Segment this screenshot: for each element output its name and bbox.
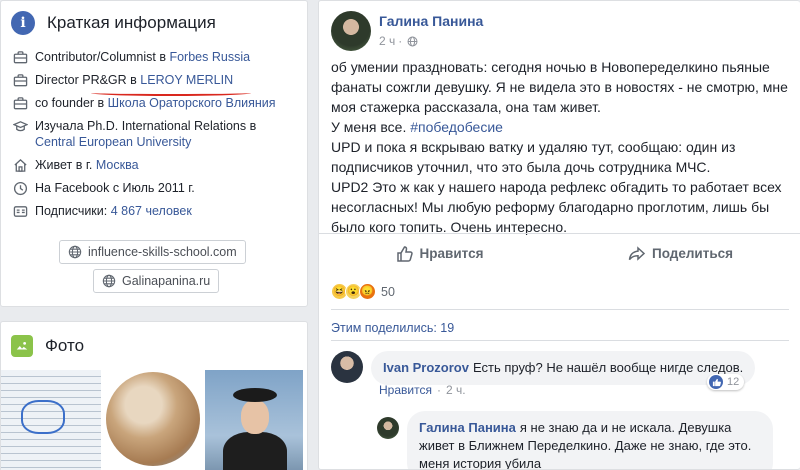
comment-like-count-badge[interactable]: 12 (707, 374, 745, 390)
reaction-count: 50 (381, 284, 395, 299)
post-author-name[interactable]: Галина Панина (379, 13, 483, 29)
post-text: об умении праздновать: сегодня ночью в Н… (331, 57, 793, 237)
like-button[interactable]: Нравится (319, 234, 560, 273)
post-time-text: 2 ч (379, 34, 396, 48)
like-badge-icon (709, 375, 723, 389)
hashtag-link[interactable]: #победобесие (410, 119, 503, 135)
comment-like-count: 12 (727, 376, 740, 388)
intro-row-work-leroy: Director PR&GR в LEROY MERLIN (11, 72, 297, 88)
like-button-label: Нравится (419, 246, 484, 261)
separator-dot: · (436, 383, 441, 397)
avatar[interactable] (377, 417, 399, 439)
globe-badge-icon: i (11, 11, 35, 35)
intro-row-followers: Подписчики: 4 867 человек (11, 203, 297, 219)
website-url: influence-skills-school.com (88, 245, 237, 259)
thumbs-up-icon (396, 245, 413, 262)
city-link[interactable]: Москва (96, 158, 139, 172)
intro-row-text: На Facebook с Июль 2011 г. (35, 181, 195, 195)
share-button-label: Поделиться (651, 246, 734, 261)
comment-bubble: Галина Панина я не знаю да и не искала. Д… (407, 411, 773, 469)
intro-row-text: Живет в г. (35, 158, 96, 172)
comment: Ivan Prozorov Есть пруф? Не нашёл вообще … (331, 351, 756, 385)
followers-icon (11, 203, 29, 219)
workplace-link[interactable]: LEROY MERLIN (140, 73, 233, 87)
comment-time[interactable]: 2 ч. (446, 383, 466, 397)
globe-icon (68, 245, 82, 259)
website-url: Galinapanina.ru (122, 274, 211, 288)
post-actions: Нравится Поделиться (319, 233, 800, 273)
home-icon (11, 157, 29, 173)
post-card: Галина Панина 2 ч · об умении праздноват… (318, 0, 800, 470)
workplace-link[interactable]: Forbes Russia (169, 50, 250, 64)
website-link-2[interactable]: Galinapanina.ru (93, 269, 220, 293)
briefcase-icon (11, 49, 29, 65)
angry-reaction-icon: 😠 (359, 283, 376, 300)
avatar[interactable] (331, 11, 371, 51)
red-underline-annotation (91, 90, 251, 96)
post-author-meta: Галина Панина 2 ч · (379, 13, 483, 51)
followers-link[interactable]: 4 867 человек (111, 204, 192, 218)
website-link-1[interactable]: influence-skills-school.com (59, 240, 246, 264)
photo-thumbnail-circle-portrait[interactable] (104, 370, 202, 470)
intro-row-joined: На Facebook с Июль 2011 г. (11, 180, 297, 196)
post-text-line: У меня все. (331, 119, 411, 135)
photos-card: Фото (0, 321, 308, 470)
school-link[interactable]: Central European University (35, 135, 191, 149)
post-paragraph: UPD2 Это ж как у нашего народа рефлекс о… (331, 179, 782, 235)
photos-header: Фото (1, 322, 307, 370)
share-button[interactable]: Поделиться (560, 234, 800, 273)
post-header: Галина Панина 2 ч · (331, 11, 483, 51)
post-paragraph: UPD и пока я вскрываю ватку и удаляю тут… (331, 139, 736, 175)
separator-dot: · (398, 34, 403, 48)
divider (331, 309, 789, 310)
comment-like-link[interactable]: Нравится (379, 383, 432, 397)
intro-row-city: Живет в г. Москва (11, 157, 297, 173)
intro-row-text: Contributor/Columnist в (35, 50, 170, 64)
comment-author[interactable]: Галина Панина (419, 420, 516, 435)
briefcase-icon (11, 95, 29, 111)
divider (331, 340, 789, 341)
intro-header: i Краткая информация (1, 1, 307, 45)
post-timestamp[interactable]: 2 ч · (379, 34, 483, 48)
intro-card: i Краткая информация Contributor/Columni… (0, 0, 308, 307)
photo-thumbnail-portrait-hat[interactable] (205, 370, 303, 470)
briefcase-icon (11, 72, 29, 88)
comment-author[interactable]: Ivan Prozorov (383, 360, 469, 375)
intro-row-text: Подписчики: (35, 204, 111, 218)
intro-row-work-forbes: Contributor/Columnist в Forbes Russia (11, 49, 297, 65)
comment-reply: Галина Панина я не знаю да и не искала. Д… (377, 411, 773, 469)
photo-thumbnail-document[interactable] (1, 370, 101, 470)
globe-icon (407, 36, 418, 46)
intro-row-text: Director PR&GR в (35, 73, 141, 87)
photos-icon (11, 335, 33, 357)
intro-row-education: Изучала Ph.D. International Relations в … (11, 118, 297, 150)
post-paragraph-hashtag-line: У меня все. #победобесие (331, 117, 793, 137)
shares-link[interactable]: Этим поделились: 19 (331, 321, 454, 335)
globe-icon (102, 274, 116, 288)
intro-row-text: Изучала Ph.D. International Relations в (35, 119, 257, 133)
share-arrow-icon (628, 245, 646, 261)
comment-meta: Нравится · 2 ч. (379, 383, 466, 397)
intro-row-text: co founder в (35, 96, 108, 110)
intro-row-work-school: co founder в Школа Ораторского Влияния (11, 95, 297, 111)
post-paragraph: об умении праздновать: сегодня ночью в Н… (331, 59, 788, 115)
intro-title: Краткая информация (47, 13, 216, 32)
intro-list: Contributor/Columnist в Forbes Russia Di… (1, 45, 307, 219)
workplace-link[interactable]: Школа Ораторского Влияния (108, 96, 276, 110)
graduation-cap-icon (11, 118, 29, 134)
photos-title: Фото (45, 336, 85, 355)
clock-icon (11, 180, 29, 196)
reactions-summary[interactable]: 😆 😮 😠 50 (331, 283, 395, 300)
comment-bubble: Ivan Prozorov Есть пруф? Не нашёл вообще … (371, 351, 756, 385)
avatar[interactable] (331, 351, 363, 383)
comment-text: Есть пруф? Не нашёл вообще нигде следов. (472, 360, 744, 375)
